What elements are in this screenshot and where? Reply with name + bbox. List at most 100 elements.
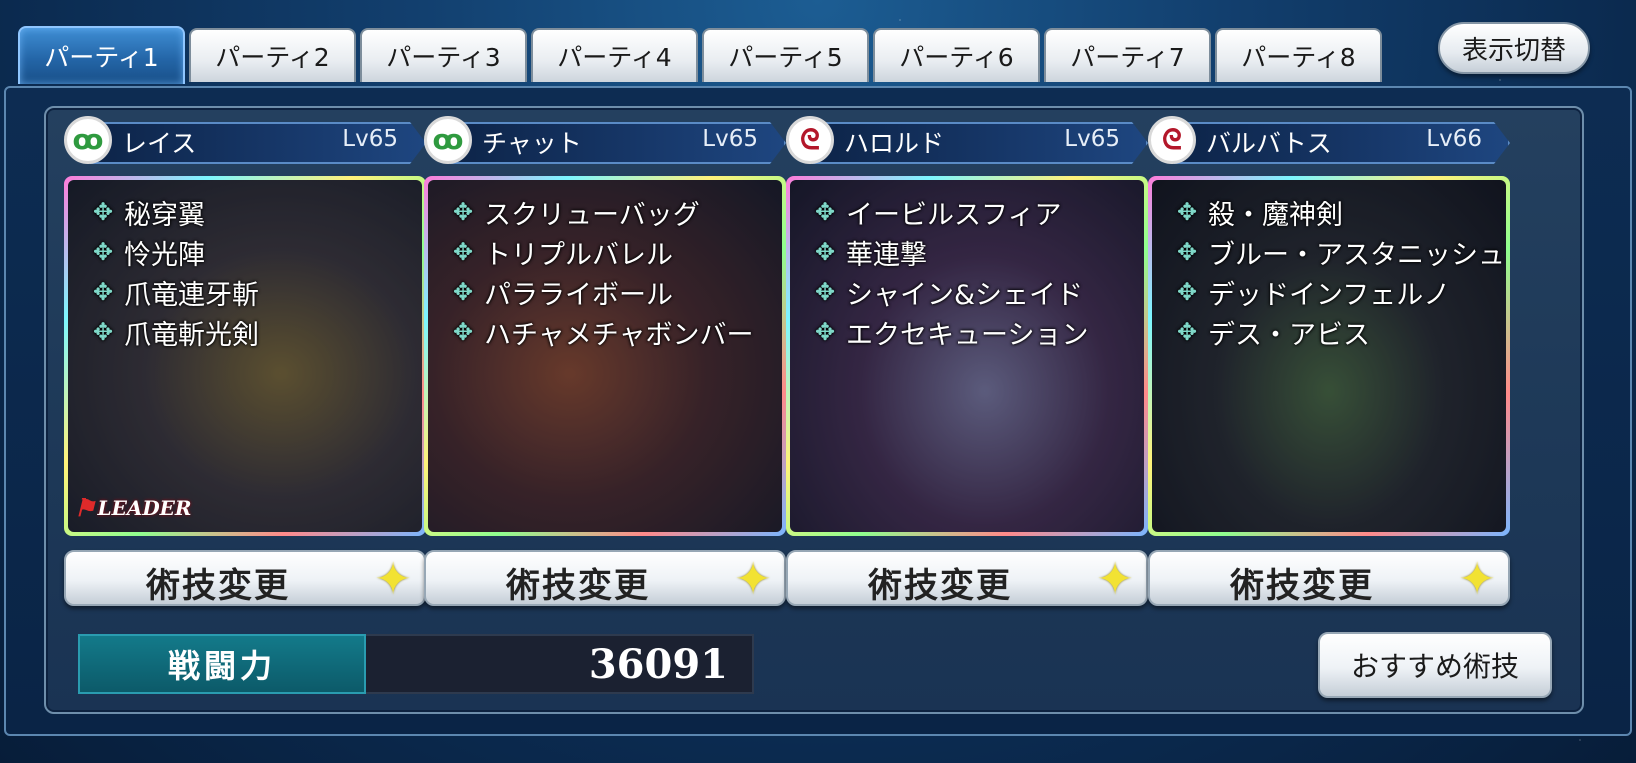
skill-item: ✥ スクリューバッグ xyxy=(450,192,753,232)
skill-name: スクリューバッグ xyxy=(484,199,700,231)
character-portrait[interactable]: ✥ 秘穿翼 ✥ 怜光陣 ✥ 爪竜連牙斬 ✥ 爪竜斬光剣 ⚑ LEADER xyxy=(64,176,426,536)
skill-item: ✥ 怜光陣 xyxy=(90,232,259,272)
skill-name: エクセキューション xyxy=(846,319,1089,351)
display-toggle-button[interactable]: 表示切替 xyxy=(1438,22,1590,74)
skill-name: デス・アビス xyxy=(1208,319,1370,351)
skill-change-button[interactable]: 術技変更 ✦ xyxy=(64,550,426,606)
character-portrait[interactable]: ✥ スクリューバッグ ✥ トリプルバレル ✥ パラライボール ✥ ハチャメチャボンバー xyxy=(424,176,786,536)
flag-icon: ⚑ xyxy=(74,493,96,522)
character-name: レイス xyxy=(122,129,197,158)
skill-name: シャイン&シェイド xyxy=(846,279,1084,311)
four-point-star-icon: ✦ xyxy=(734,553,772,605)
portrait-art: ✥ 殺・魔神剣 ✥ ブルー・アスタニッシュ ✥ デッドインフェルノ ✥ デス・アビス xyxy=(1152,180,1506,532)
skill-item: ✥ イービルスフィア xyxy=(812,192,1088,232)
skill-icon: ✥ xyxy=(814,318,836,346)
skill-change-label: 術技変更 xyxy=(1230,566,1374,606)
skill-icon: ✥ xyxy=(452,198,474,226)
fire-emblem-icon: ᘓ xyxy=(1148,116,1196,164)
skill-icon: ✥ xyxy=(814,198,836,226)
skill-icon: ✥ xyxy=(92,278,114,306)
fire-emblem-icon: ᘓ xyxy=(786,116,834,164)
skill-name: ブルー・アスタニッシュ xyxy=(1208,239,1505,271)
wind-emblem-icon: ꝏ xyxy=(424,116,472,164)
character-slot-1: ꝏ レイス Lv65 ✥ 秘穿翼 ✥ 怜光陣 ✥ 爪竜連牙斬 ✥ 爪竜斬光剣 ⚑ LEAD… xyxy=(64,116,426,606)
skill-item: ✥ 爪竜斬光剣 xyxy=(90,312,259,352)
character-name: ハロルド xyxy=(844,129,945,158)
skill-list: ✥ スクリューバッグ ✥ トリプルバレル ✥ パラライボール ✥ ハチャメチャボンバー xyxy=(450,192,754,352)
wind-emblem-icon: ꝏ xyxy=(64,116,112,164)
skill-list: ✥ 殺・魔神剣 ✥ ブルー・アスタニッシュ ✥ デッドインフェルノ ✥ デス・アビス xyxy=(1174,192,1505,352)
skill-item: ✥ トリプルバレル xyxy=(450,232,753,272)
skill-item: ✥ 華連撃 xyxy=(812,232,1088,272)
four-point-star-icon: ✦ xyxy=(1096,553,1134,605)
skill-item: ✥ 爪竜連牙斬 xyxy=(90,272,259,312)
character-level: Lv65 xyxy=(702,126,758,152)
combat-power-value: 36091 xyxy=(366,634,754,694)
skill-icon: ✥ xyxy=(1176,238,1198,266)
tab-party-3[interactable]: パーティ3 xyxy=(360,28,527,82)
character-level: Lv65 xyxy=(342,126,398,152)
tab-party-5[interactable]: パーティ5 xyxy=(702,28,869,82)
leader-badge: ⚑ LEADER xyxy=(74,493,192,522)
recommended-skills-button[interactable]: おすすめ術技 xyxy=(1318,632,1552,698)
skill-name: 爪竜連牙斬 xyxy=(124,279,259,311)
tab-party-8[interactable]: パーティ8 xyxy=(1215,28,1382,82)
character-slot-3: ᘓ ハロルド Lv65 ✥ イービルスフィア ✥ 華連撃 ✥ シャイン&シェイド ✥ エ… xyxy=(786,116,1148,606)
skill-icon: ✥ xyxy=(814,238,836,266)
skill-icon: ✥ xyxy=(452,278,474,306)
skill-item: ✥ 秘穿翼 xyxy=(90,192,259,232)
character-slot-2: ꝏ チャット Lv65 ✥ スクリューバッグ ✥ トリプルバレル ✥ パラライボール … xyxy=(424,116,786,606)
skill-item: ✥ シャイン&シェイド xyxy=(812,272,1088,312)
party-tabs: パーティ1 パーティ2 パーティ3 パーティ4 パーティ5 パーティ6 パーティ… xyxy=(18,26,1382,84)
skill-item: ✥ デッドインフェルノ xyxy=(1174,272,1505,312)
character-header: ᘓ ハロルド Lv65 xyxy=(786,116,1148,166)
character-portrait[interactable]: ✥ 殺・魔神剣 ✥ ブルー・アスタニッシュ ✥ デッドインフェルノ ✥ デス・アビス xyxy=(1148,176,1510,536)
skill-change-label: 術技変更 xyxy=(506,566,650,606)
portrait-art: ✥ 秘穿翼 ✥ 怜光陣 ✥ 爪竜連牙斬 ✥ 爪竜斬光剣 ⚑ LEADER xyxy=(68,180,422,532)
skill-list: ✥ イービルスフィア ✥ 華連撃 ✥ シャイン&シェイド ✥ エクセキューション xyxy=(812,192,1089,352)
skill-change-button[interactable]: 術技変更 ✦ xyxy=(1148,550,1510,606)
tab-party-7[interactable]: パーティ7 xyxy=(1044,28,1211,82)
skill-icon: ✥ xyxy=(452,318,474,346)
skill-item: ✥ ハチャメチャボンバー xyxy=(450,312,754,352)
skill-icon: ✥ xyxy=(814,278,836,306)
character-name: バルバトス xyxy=(1206,129,1332,158)
tab-party-6[interactable]: パーティ6 xyxy=(873,28,1040,82)
tab-party-2[interactable]: パーティ2 xyxy=(189,28,356,82)
character-level: Lv66 xyxy=(1426,126,1482,152)
skill-name: ハチャメチャボンバー xyxy=(484,319,754,351)
skill-item: ✥ ブルー・アスタニッシュ xyxy=(1174,232,1505,272)
skill-name: 殺・魔神剣 xyxy=(1208,199,1343,231)
skill-list: ✥ 秘穿翼 ✥ 怜光陣 ✥ 爪竜連牙斬 ✥ 爪竜斬光剣 xyxy=(90,192,259,352)
leader-label: LEADER xyxy=(97,495,192,520)
skill-change-button[interactable]: 術技変更 ✦ xyxy=(786,550,1148,606)
tab-party-1[interactable]: パーティ1 xyxy=(18,26,185,84)
skill-icon: ✥ xyxy=(92,238,114,266)
skill-icon: ✥ xyxy=(452,238,474,266)
skill-item: ✥ エクセキューション xyxy=(812,312,1089,352)
skill-icon: ✥ xyxy=(1176,318,1198,346)
character-header: ᘓ バルバトス Lv66 xyxy=(1148,116,1510,166)
skill-icon: ✥ xyxy=(1176,278,1198,306)
skill-name: トリプルバレル xyxy=(484,239,673,271)
skill-icon: ✥ xyxy=(1176,198,1198,226)
character-slot-4: ᘓ バルバトス Lv66 ✥ 殺・魔神剣 ✥ ブルー・アスタニッシュ ✥ デッドインフ… xyxy=(1148,116,1510,606)
skill-name: パラライボール xyxy=(484,279,673,311)
skill-change-label: 術技変更 xyxy=(868,566,1012,606)
skill-name: 華連撃 xyxy=(846,239,927,271)
tab-party-4[interactable]: パーティ4 xyxy=(531,28,698,82)
skill-name: 怜光陣 xyxy=(124,239,205,271)
skill-item: ✥ デス・アビス xyxy=(1174,312,1505,352)
combat-power-label: 戦闘力 xyxy=(78,634,366,694)
skill-item: ✥ 殺・魔神剣 xyxy=(1174,192,1505,232)
four-point-star-icon: ✦ xyxy=(374,553,412,605)
portrait-art: ✥ スクリューバッグ ✥ トリプルバレル ✥ パラライボール ✥ ハチャメチャボンバー xyxy=(428,180,782,532)
character-portrait[interactable]: ✥ イービルスフィア ✥ 華連撃 ✥ シャイン&シェイド ✥ エクセキューション xyxy=(786,176,1148,536)
character-header: ꝏ チャット Lv65 xyxy=(424,116,786,166)
skill-icon: ✥ xyxy=(92,318,114,346)
skill-name: イービルスフィア xyxy=(846,199,1062,231)
skill-item: ✥ パラライボール xyxy=(450,272,753,312)
skill-change-button[interactable]: 術技変更 ✦ xyxy=(424,550,786,606)
character-header: ꝏ レイス Lv65 xyxy=(64,116,426,166)
skill-icon: ✥ xyxy=(92,198,114,226)
